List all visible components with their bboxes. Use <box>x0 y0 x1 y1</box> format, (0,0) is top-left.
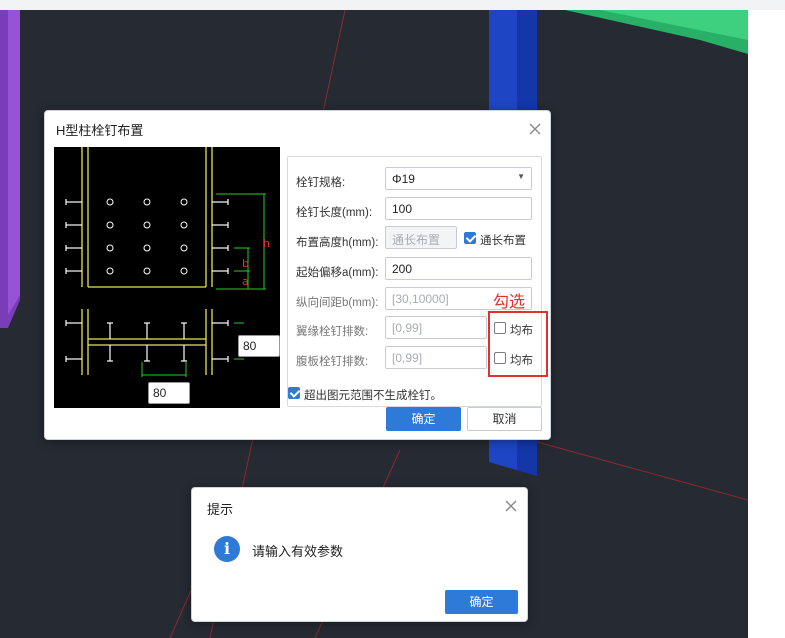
stud-preview-drawing: h b a 80 80 <box>54 147 280 408</box>
model-edge-line <box>529 439 748 501</box>
offset-input[interactable]: 200 <box>385 257 532 280</box>
stud-layout-dialog: H型柱栓钉布置 h b a 80 80 栓钉规格: Φ19 ▼ 栓钉长度(mm)… <box>44 110 551 440</box>
dim-right-input[interactable]: 80 <box>238 335 280 357</box>
flange-rows-label: 翼缘栓钉排数: <box>296 326 369 338</box>
top-toolbar-strip <box>0 0 785 10</box>
dim-b-label: b <box>242 257 249 270</box>
cancel-button[interactable]: 取消 <box>467 407 542 431</box>
skip-out-of-range-label: 超出图元范围不生成栓钉。 <box>304 390 442 402</box>
full-length-checkbox[interactable] <box>464 232 476 244</box>
height-label: 布置高度h(mm): <box>296 237 379 249</box>
length-input[interactable]: 100 <box>385 197 532 220</box>
tip-message: 请输入有效参数 <box>252 544 344 559</box>
web-rows-input[interactable]: [0,99] <box>385 346 487 369</box>
spec-select-value: Φ19 <box>392 172 415 186</box>
dim-a-label: a <box>242 275 249 288</box>
purple-column-face <box>8 10 20 315</box>
full-length-label: 通长布置 <box>480 235 526 247</box>
spec-label: 栓钉规格: <box>296 177 346 189</box>
dim-bottom-input[interactable]: 80 <box>148 382 190 404</box>
tip-ok-button[interactable]: 确定 <box>445 590 518 614</box>
tip-dialog: 提示 i 请输入有效参数 确定 <box>191 487 528 622</box>
length-label: 栓钉长度(mm): <box>296 207 373 219</box>
skip-out-of-range-checkbox[interactable] <box>288 387 300 399</box>
close-icon[interactable] <box>503 498 519 514</box>
offset-label: 起始偏移a(mm): <box>296 267 379 279</box>
info-icon: i <box>214 536 240 562</box>
flange-rows-input[interactable]: [0,99] <box>385 316 487 339</box>
ok-button[interactable]: 确定 <box>386 407 461 431</box>
annotation-label: 勾选 <box>493 294 526 311</box>
dialog-title: H型柱栓钉布置 <box>56 123 144 138</box>
dim-h-label: h <box>263 237 270 250</box>
h-column-diagram: h b a <box>65 147 270 377</box>
close-icon[interactable] <box>527 121 543 137</box>
spacing-label: 纵向间距b(mm): <box>296 297 379 309</box>
web-rows-label: 腹板栓钉排数: <box>296 356 369 368</box>
height-input[interactable]: 通长布置 <box>385 226 457 249</box>
chevron-down-icon: ▼ <box>517 172 525 181</box>
spec-select[interactable]: Φ19 ▼ <box>385 167 532 190</box>
annotation-highlight-box <box>488 311 548 377</box>
tip-title: 提示 <box>207 502 234 517</box>
